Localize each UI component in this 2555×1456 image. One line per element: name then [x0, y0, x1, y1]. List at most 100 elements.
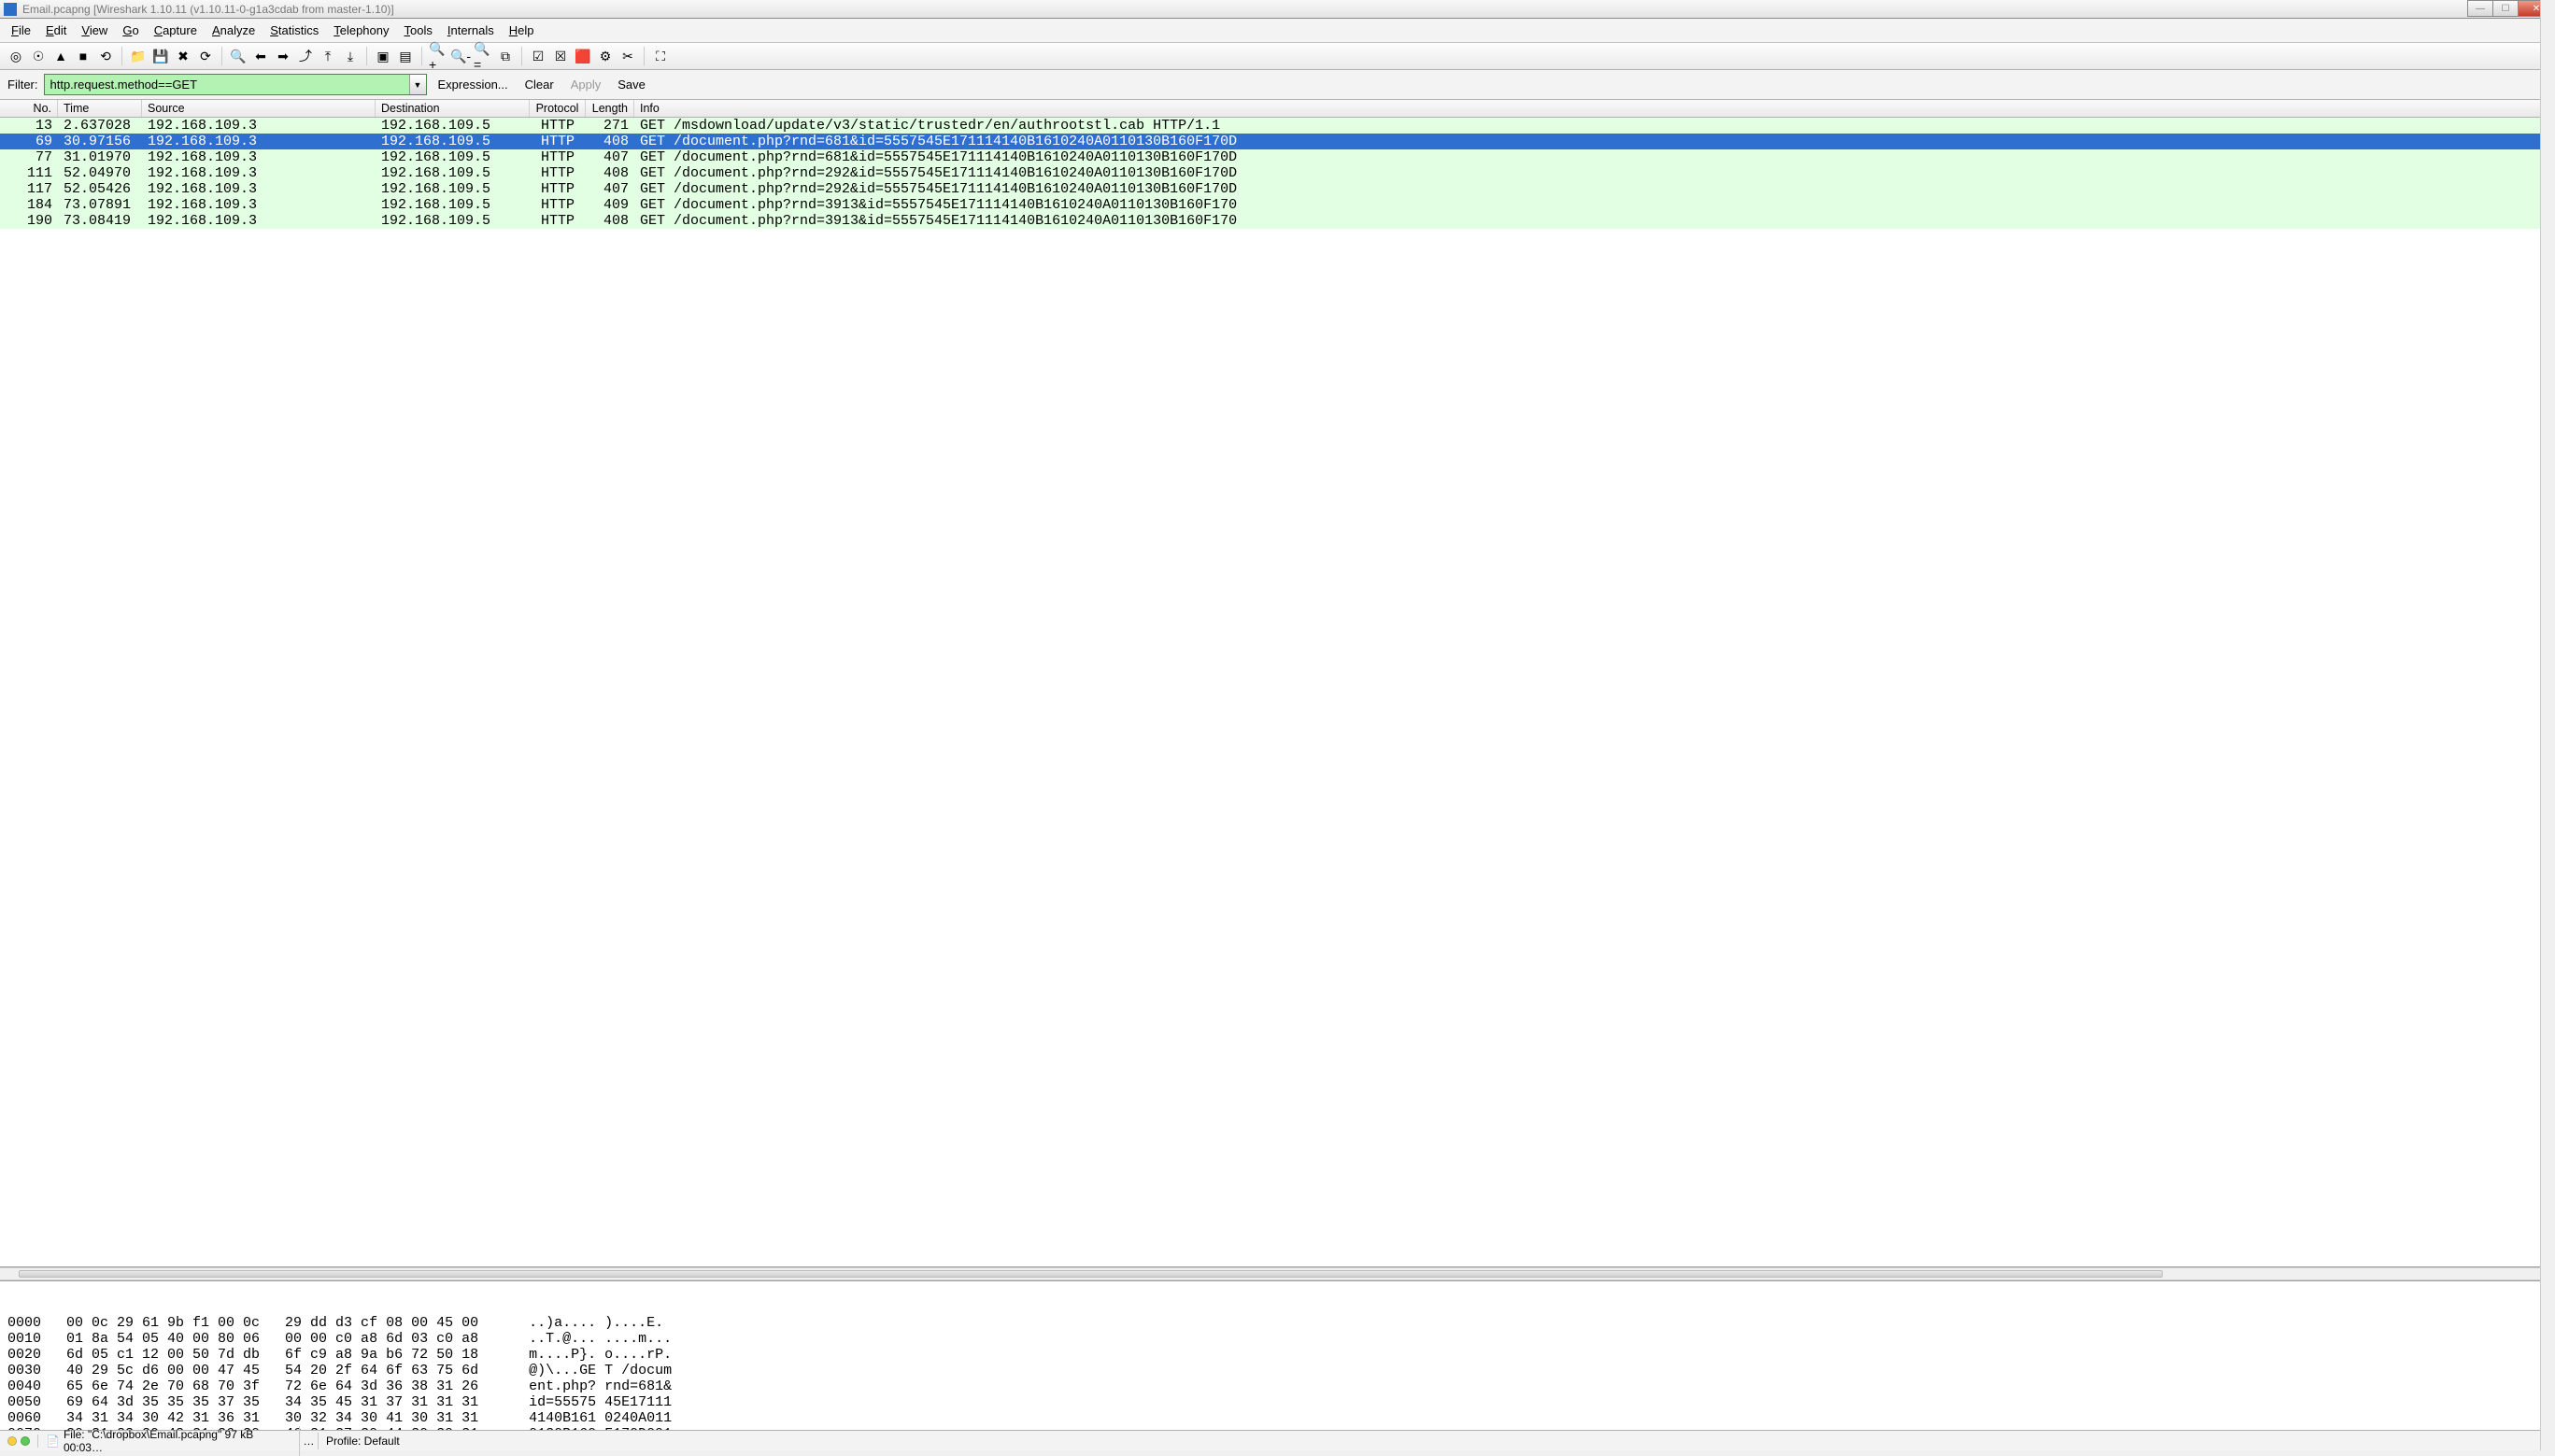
- table-row[interactable]: 132.637028192.168.109.3192.168.109.5HTTP…: [0, 118, 2555, 134]
- table-row[interactable]: 11752.05426192.168.109.3192.168.109.5HTT…: [0, 181, 2555, 197]
- cell: 192.168.109.5: [376, 197, 530, 213]
- save-button[interactable]: Save: [612, 76, 651, 93]
- packet-list-header[interactable]: No. Time Source Destination Protocol Len…: [0, 100, 2555, 118]
- packet-list-pane[interactable]: No. Time Source Destination Protocol Len…: [0, 100, 2555, 1267]
- cell: 52.04970: [58, 165, 142, 181]
- table-row[interactable]: 6930.97156192.168.109.3192.168.109.5HTTP…: [0, 134, 2555, 149]
- table-row[interactable]: 11152.04970192.168.109.3192.168.109.5HTT…: [0, 165, 2555, 181]
- toolbar-button-22[interactable]: 🔍-: [450, 46, 471, 66]
- toolbar-button-0[interactable]: ◎: [6, 46, 26, 66]
- toolbar-button-9[interactable]: ⟳: [195, 46, 216, 66]
- toolbar-button-1[interactable]: ☉: [28, 46, 49, 66]
- apply-button[interactable]: Apply: [565, 76, 607, 93]
- cell: 73.08419: [58, 213, 142, 229]
- menu-edit[interactable]: Edit: [38, 21, 74, 40]
- toolbar-button-18[interactable]: ▣: [373, 46, 393, 66]
- toolbar-button-6[interactable]: 📁: [128, 46, 149, 66]
- toolbar-button-23[interactable]: 🔍=: [473, 46, 493, 66]
- cell: 271: [586, 118, 634, 134]
- cell: 192.168.109.5: [376, 134, 530, 149]
- menu-help[interactable]: Help: [502, 21, 542, 40]
- filter-input[interactable]: [45, 75, 409, 94]
- hex-line[interactable]: 0000 00 0c 29 61 9b f1 00 0c 29 dd d3 cf…: [7, 1315, 2548, 1331]
- toolbar-button-26[interactable]: ☑: [528, 46, 548, 66]
- cell: GET /document.php?rnd=681&id=5557545E171…: [634, 134, 2555, 149]
- col-info[interactable]: Info: [634, 100, 2555, 117]
- hex-line[interactable]: 0060 34 31 34 30 42 31 36 31 30 32 34 30…: [7, 1410, 2548, 1426]
- menu-statistics[interactable]: Statistics: [263, 21, 326, 40]
- col-time[interactable]: Time: [58, 100, 142, 117]
- toolbar-button-14[interactable]: ⤴: [295, 46, 316, 66]
- menu-tools[interactable]: Tools: [397, 21, 440, 40]
- menu-file[interactable]: File: [4, 21, 38, 40]
- toolbar-button-11[interactable]: 🔍: [228, 46, 248, 66]
- toolbar-button-13[interactable]: ➡: [273, 46, 293, 66]
- cell: 111: [0, 165, 58, 181]
- toolbar-button-21[interactable]: 🔍+: [428, 46, 448, 66]
- hex-pane[interactable]: 0000 00 0c 29 61 9b f1 00 0c 29 dd d3 cf…: [0, 1280, 2555, 1430]
- hex-line[interactable]: 0050 69 64 3d 35 35 35 37 35 34 35 45 31…: [7, 1394, 2548, 1410]
- toolbar-button-28[interactable]: 🟥: [573, 46, 593, 66]
- cell: 77: [0, 149, 58, 165]
- cell: 192.168.109.3: [142, 197, 376, 213]
- cell: HTTP: [530, 213, 586, 229]
- hex-line[interactable]: 0020 6d 05 c1 12 00 50 7d db 6f c9 a8 9a…: [7, 1347, 2548, 1363]
- hex-line[interactable]: 0030 40 29 5c d6 00 00 47 45 54 20 2f 64…: [7, 1363, 2548, 1378]
- status-file: 📄 File: "C:\dropbox\Email.pcapng" 97 kB …: [38, 1426, 300, 1456]
- menu-view[interactable]: View: [74, 21, 115, 40]
- col-dest[interactable]: Destination: [376, 100, 530, 117]
- toolbar-button-8[interactable]: ✖: [173, 46, 193, 66]
- menu-analyze[interactable]: Analyze: [205, 21, 263, 40]
- status-menu-button[interactable]: …: [300, 1433, 319, 1449]
- toolbar-button-15[interactable]: ⤒: [318, 46, 338, 66]
- vscrollbar[interactable]: [2540, 1280, 2555, 1430]
- cell: 408: [586, 134, 634, 149]
- hex-line[interactable]: 0010 01 8a 54 05 40 00 80 06 00 00 c0 a8…: [7, 1331, 2548, 1347]
- col-length[interactable]: Length: [586, 100, 634, 117]
- toolbar-button-19[interactable]: ▤: [395, 46, 416, 66]
- filter-combo[interactable]: ▼: [44, 74, 427, 95]
- col-proto[interactable]: Protocol: [530, 100, 586, 117]
- toolbar-button-24[interactable]: ⧉: [495, 46, 516, 66]
- maximize-button[interactable]: ☐: [2492, 0, 2519, 17]
- col-no[interactable]: No.: [0, 100, 58, 117]
- toolbar-button-2[interactable]: ▲: [50, 46, 71, 66]
- status-file-text: File: "C:\dropbox\Email.pcapng" 97 kB 00…: [64, 1428, 291, 1454]
- hex-line[interactable]: 0040 65 6e 74 2e 70 68 70 3f 72 6e 64 3d…: [7, 1378, 2548, 1394]
- minimize-button[interactable]: —: [2467, 0, 2493, 17]
- toolbar-button-4[interactable]: ⟲: [95, 46, 116, 66]
- toolbar-button-16[interactable]: ⤓: [340, 46, 361, 66]
- toolbar-button-30[interactable]: ✂: [617, 46, 638, 66]
- cell: 192.168.109.3: [142, 118, 376, 134]
- cell: HTTP: [530, 181, 586, 197]
- cell: 192.168.109.5: [376, 181, 530, 197]
- cell: 117: [0, 181, 58, 197]
- packet-list-body[interactable]: 132.637028192.168.109.3192.168.109.5HTTP…: [0, 118, 2555, 229]
- table-row[interactable]: 18473.07891192.168.109.3192.168.109.5HTT…: [0, 197, 2555, 213]
- capture-led: [0, 1435, 38, 1448]
- cell: HTTP: [530, 118, 586, 134]
- table-row[interactable]: 7731.01970192.168.109.3192.168.109.5HTTP…: [0, 149, 2555, 165]
- cell: 192.168.109.5: [376, 118, 530, 134]
- cell: 192.168.109.3: [142, 213, 376, 229]
- menu-telephony[interactable]: Telephony: [326, 21, 396, 40]
- menu-internals[interactable]: Internals: [440, 21, 502, 40]
- menu-capture[interactable]: Capture: [147, 21, 205, 40]
- cell: 408: [586, 213, 634, 229]
- col-source[interactable]: Source: [142, 100, 376, 117]
- toolbar-button-7[interactable]: 💾: [150, 46, 171, 66]
- table-row[interactable]: 19073.08419192.168.109.3192.168.109.5HTT…: [0, 213, 2555, 229]
- toolbar-button-27[interactable]: ☒: [550, 46, 571, 66]
- clear-button[interactable]: Clear: [519, 76, 560, 93]
- cell: HTTP: [530, 134, 586, 149]
- menu-go[interactable]: Go: [115, 21, 146, 40]
- expression-button[interactable]: Expression...: [433, 76, 514, 93]
- toolbar-button-29[interactable]: ⚙: [595, 46, 616, 66]
- status-profile[interactable]: Profile: Default: [319, 1433, 2555, 1449]
- toolbar-button-12[interactable]: ⬅: [250, 46, 271, 66]
- toolbar-button-3[interactable]: ■: [73, 46, 93, 66]
- menu-bar: FileEditViewGoCaptureAnalyzeStatisticsTe…: [0, 19, 2555, 43]
- filter-dropdown-icon[interactable]: ▼: [409, 75, 426, 94]
- hscrollbar[interactable]: [0, 1267, 2555, 1280]
- toolbar-button-32[interactable]: ⛶: [650, 46, 671, 66]
